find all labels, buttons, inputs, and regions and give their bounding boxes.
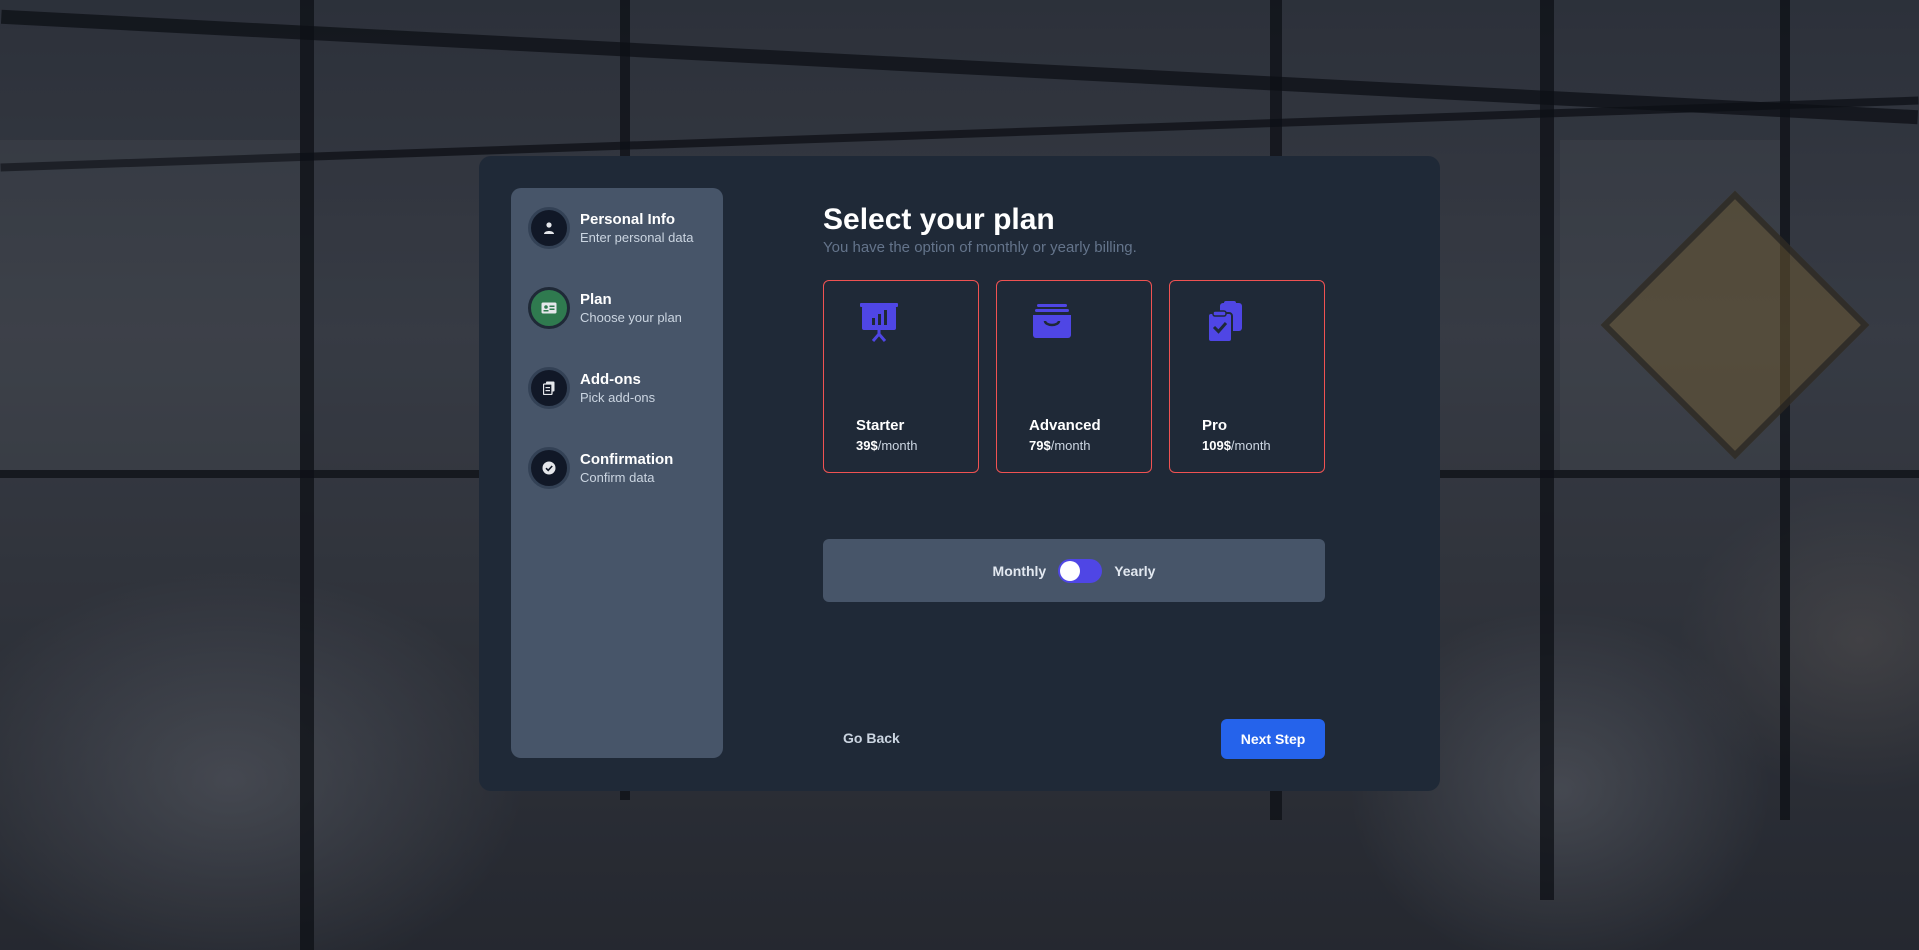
- billing-toggle-bar: Monthly Yearly: [823, 539, 1325, 602]
- step-title: Plan: [580, 290, 612, 308]
- step-add-ons[interactable]: Add-ons Pick add-ons: [528, 364, 723, 412]
- go-back-button[interactable]: Go Back: [823, 718, 920, 758]
- presentation-chart-icon: [858, 301, 900, 343]
- check-circle-icon: [528, 447, 570, 489]
- plan-options: Starter 39$/month Advanced 79$/month Pro…: [823, 280, 1325, 473]
- plan-card-starter[interactable]: Starter 39$/month: [823, 280, 979, 473]
- step-plan[interactable]: Plan Choose your plan: [528, 284, 723, 332]
- step-title: Personal Info: [580, 210, 676, 228]
- toggle-knob: [1060, 560, 1081, 581]
- clipboard-check-icon: [1204, 301, 1246, 343]
- page-subtitle: You have the option of monthly or yearly…: [823, 239, 1137, 256]
- step-title: Confirmation: [580, 450, 674, 468]
- archive-box-icon: [1031, 301, 1073, 343]
- plan-selection: Select your plan You have the option of …: [823, 202, 1325, 602]
- monthly-label[interactable]: Monthly: [993, 563, 1047, 579]
- billing-toggle[interactable]: [1058, 558, 1103, 583]
- plan-name: Pro: [1202, 417, 1228, 434]
- plan-card-advanced[interactable]: Advanced 79$/month: [996, 280, 1152, 473]
- signup-modal: Personal Info Enter personal data Plan C…: [479, 156, 1440, 791]
- plan-name: Starter: [856, 417, 905, 434]
- yearly-label[interactable]: Yearly: [1114, 563, 1155, 579]
- plan-name: Advanced: [1029, 417, 1101, 434]
- step-subtitle: Confirm data: [580, 469, 655, 485]
- step-confirmation[interactable]: Confirmation Confirm data: [528, 444, 723, 492]
- step-subtitle: Enter personal data: [580, 229, 694, 245]
- plan-card-pro[interactable]: Pro 109$/month: [1169, 280, 1325, 473]
- copy-icon: [528, 367, 570, 409]
- plan-price: 79$/month: [1029, 438, 1091, 453]
- id-card-icon: [528, 287, 570, 329]
- step-personal-info[interactable]: Personal Info Enter personal data: [528, 204, 723, 252]
- plan-price: 109$/month: [1202, 438, 1271, 453]
- page-title: Select your plan: [823, 203, 1055, 236]
- step-subtitle: Choose your plan: [580, 309, 682, 325]
- user-icon: [528, 207, 570, 249]
- step-title: Add-ons: [580, 370, 641, 388]
- next-step-button[interactable]: Next Step: [1221, 719, 1325, 759]
- step-subtitle: Pick add-ons: [580, 389, 656, 405]
- plan-price: 39$/month: [856, 438, 918, 453]
- steps-sidebar: Personal Info Enter personal data Plan C…: [511, 188, 723, 758]
